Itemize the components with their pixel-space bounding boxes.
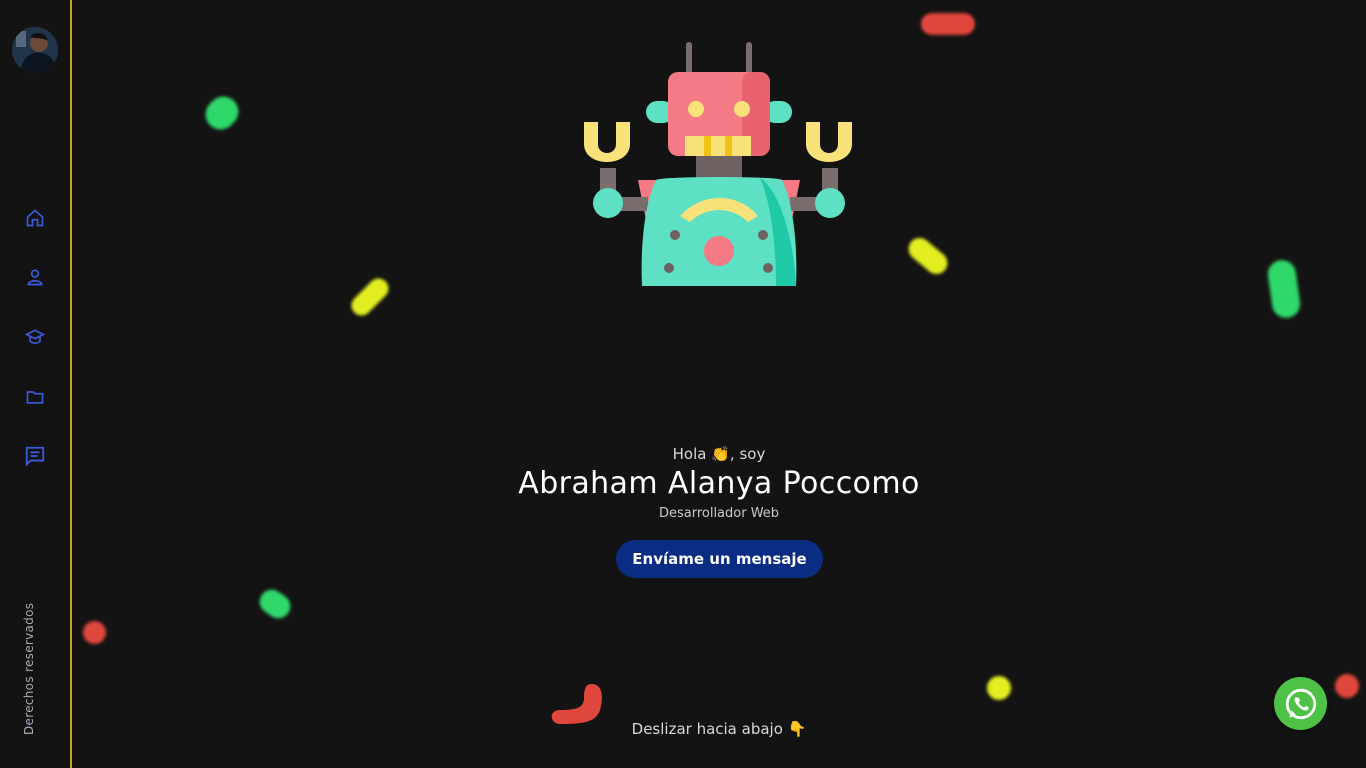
whatsapp-icon [1285,688,1316,719]
rights-text: Derechos reservados [22,602,36,735]
whatsapp-button[interactable] [1274,677,1327,730]
page-title: Abraham Alanya Poccomo [518,466,920,501]
decor-blob [904,233,952,279]
scroll-down-hint[interactable]: Deslizar hacia abajo 👇 [0,720,1366,738]
decor-blob [1266,258,1302,320]
decor-blob [1335,674,1359,698]
decor-blob [83,621,106,644]
home-icon[interactable] [22,205,48,231]
avatar[interactable] [12,27,58,73]
decor-blob [921,13,975,35]
sidebar: Derechos reservados [0,0,72,768]
greeting-text: Hola 👏, soy [672,445,766,463]
robot-illustration [584,42,852,286]
graduation-cap-icon[interactable] [22,324,48,350]
decor-blob [347,274,393,320]
decor-blob [255,584,295,624]
role-subtitle: Desarrollador Web [658,506,780,521]
send-message-button[interactable]: Envíame un mensaje [616,540,823,578]
folder-icon[interactable] [22,384,48,410]
decor-blob [199,90,245,136]
user-icon[interactable] [22,264,48,290]
decor-blob [987,676,1011,700]
